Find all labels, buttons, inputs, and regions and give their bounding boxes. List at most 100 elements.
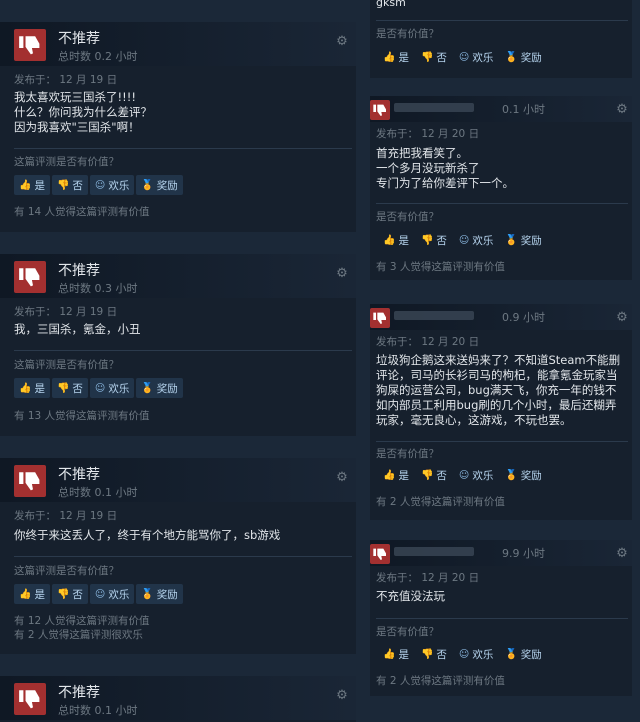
- review-card: 不推荐 总时数 0.3 小时 ⚙ 发布于： 12 月 19 日 我，三国杀，氪金…: [0, 254, 356, 436]
- award-icon: 🏅: [141, 588, 154, 600]
- vote-no-button[interactable]: 👎 否: [51, 584, 88, 604]
- review-header: 0.9 小时 ⚙: [370, 304, 632, 330]
- vote-no-button[interactable]: 👎 否: [416, 644, 452, 664]
- posted-date: 发布于： 12 月 19 日: [14, 74, 118, 86]
- review-text: 垃圾狗企鹅这来送妈来了？不知道Steam不能删评论，司马的长衫司马的枸杞，能拿氪…: [376, 353, 621, 427]
- vote-funny-button[interactable]: ☺ 欢乐: [89, 175, 135, 195]
- reviewer-name-redacted: [394, 103, 474, 112]
- divider: [14, 148, 352, 149]
- award-button[interactable]: 🏅 奖励: [136, 175, 183, 195]
- posted-date: 发布于： 12 月 19 日: [14, 306, 118, 318]
- divider: [376, 441, 628, 442]
- helpful-count: 有 13 人觉得这篇评测有价值: [14, 410, 150, 422]
- vote-buttons: 👍 是 👎 否 ☺ 欢乐 🏅 奖励: [378, 465, 547, 485]
- thumbs-up-icon: 👍: [19, 179, 32, 191]
- vote-funny-button[interactable]: ☺ 欢乐: [454, 465, 498, 485]
- vote-yes-button[interactable]: 👍 是: [378, 465, 414, 485]
- vote-funny-button[interactable]: ☺ 欢乐: [454, 644, 498, 664]
- review-header: 不推荐 总时数 0.1 小时 ⚙: [0, 676, 356, 720]
- recommendation-label: 不推荐: [58, 263, 100, 279]
- vote-funny-button[interactable]: ☺ 欢乐: [89, 584, 135, 604]
- thumbs-down-icon: [14, 261, 46, 293]
- helpful-prompt: 这篇评测是否有价值？: [14, 156, 119, 168]
- thumbs-down-icon: [14, 29, 46, 61]
- vote-yes-button[interactable]: 👍 是: [378, 644, 414, 664]
- thumbs-up-icon: 👍: [383, 51, 396, 63]
- award-button[interactable]: 🏅 奖励: [500, 47, 546, 67]
- playtime: 9.9 小时: [502, 547, 545, 560]
- vote-yes-button[interactable]: 👍 是: [14, 584, 50, 604]
- thumbs-up-icon: 👍: [19, 382, 32, 394]
- helpful-prompt: 是否有价值？: [376, 626, 439, 638]
- vote-buttons: 👍 是 👎 否 ☺ 欢乐 🏅 奖励: [378, 47, 547, 67]
- helpful-prompt: 是否有价值？: [376, 28, 439, 40]
- review-card: 不推荐 总时数 0.2 小时 ⚙ 发布于： 12 月 19 日 我太喜欢玩三国杀…: [0, 22, 356, 232]
- smiley-icon: ☺: [458, 234, 470, 246]
- award-button[interactable]: 🏅 奖励: [500, 465, 546, 485]
- thumbs-down-icon: 👎: [420, 234, 434, 246]
- vote-no-button[interactable]: 👎 否: [416, 47, 452, 67]
- playtime: 总时数 0.2 小时: [58, 50, 138, 63]
- thumbs-down-icon: [14, 683, 46, 715]
- reviewer-name-redacted: [394, 547, 474, 556]
- helpful-count: 有 14 人觉得这篇评测有价值: [14, 206, 150, 218]
- award-button[interactable]: 🏅 奖励: [500, 230, 546, 250]
- vote-yes-button[interactable]: 👍 是: [14, 378, 50, 398]
- helpful-count: 有 2 人觉得这篇评测有价值: [376, 675, 505, 687]
- smiley-icon: ☺: [94, 179, 106, 191]
- vote-funny-button[interactable]: ☺ 欢乐: [89, 378, 135, 398]
- helpful-prompt: 是否有价值？: [376, 448, 439, 460]
- vote-buttons: 👍 是 👎 否 ☺ 欢乐 🏅 奖励: [14, 175, 183, 195]
- helpful-prompt: 这篇评测是否有价值？: [14, 565, 119, 577]
- recommendation-label: 不推荐: [58, 685, 100, 701]
- vote-no-button[interactable]: 👎 否: [416, 465, 452, 485]
- review-text: 首充把我看笑了。 一个多月没玩新杀了 专门为了给你差评下一个。: [376, 146, 514, 190]
- recommendation-label: 不推荐: [58, 31, 100, 47]
- vote-no-button[interactable]: 👎 否: [416, 230, 452, 250]
- review-card: 0.1 小时 ⚙ 发布于： 12 月 20 日 首充把我看笑了。 一个多月没玩新…: [370, 96, 632, 280]
- vote-yes-button[interactable]: 👍 是: [378, 47, 414, 67]
- helpful-count: 有 3 人觉得这篇评测有价值: [376, 261, 505, 273]
- gear-icon[interactable]: ⚙: [334, 266, 350, 282]
- vote-yes-button[interactable]: 👍 是: [378, 230, 414, 250]
- review-header: 9.9 小时 ⚙: [370, 540, 632, 566]
- gear-icon[interactable]: ⚙: [334, 688, 350, 704]
- gear-icon[interactable]: ⚙: [614, 546, 630, 562]
- gear-icon[interactable]: ⚙: [334, 470, 350, 486]
- award-button[interactable]: 🏅 奖励: [500, 644, 546, 664]
- review-header: 不推荐 总时数 0.2 小时 ⚙: [0, 22, 356, 66]
- posted-date: 发布于： 12 月 20 日: [376, 336, 480, 348]
- playtime: 总时数 0.3 小时: [58, 282, 138, 295]
- helpful-prompt: 这篇评测是否有价值？: [14, 359, 119, 371]
- vote-buttons: 👍 是 👎 否 ☺ 欢乐 🏅 奖励: [378, 230, 547, 250]
- divider: [376, 20, 628, 21]
- recommendation-label: 不推荐: [58, 467, 100, 483]
- vote-no-button[interactable]: 👎 否: [51, 378, 88, 398]
- review-text: 不充值没法玩: [376, 589, 445, 603]
- thumbs-down-icon: [370, 544, 390, 564]
- vote-funny-button[interactable]: ☺ 欢乐: [454, 47, 498, 67]
- review-header: 不推荐 总时数 0.1 小时 ⚙: [0, 458, 356, 502]
- smiley-icon: ☺: [458, 51, 470, 63]
- divider: [14, 350, 352, 351]
- review-card: 不推荐 总时数 0.1 小时 ⚙ 发布于： 12 月 19 日 你终于来这丢人了…: [0, 458, 356, 654]
- award-button[interactable]: 🏅 奖励: [136, 378, 183, 398]
- vote-no-button[interactable]: 👎 否: [51, 175, 88, 195]
- review-text: 我，三国杀，氪金，小丑: [14, 322, 141, 336]
- helpful-count: 有 12 人觉得这篇评测有价值: [14, 615, 150, 627]
- vote-yes-button[interactable]: 👍 是: [14, 175, 50, 195]
- gear-icon[interactable]: ⚙: [334, 34, 350, 50]
- vote-funny-button[interactable]: ☺ 欢乐: [454, 230, 498, 250]
- vote-buttons: 👍 是 👎 否 ☺ 欢乐 🏅 奖励: [14, 584, 183, 604]
- thumbs-down-icon: [370, 100, 390, 120]
- gear-icon[interactable]: ⚙: [614, 310, 630, 326]
- thumbs-down-icon: 👎: [56, 382, 70, 394]
- smiley-icon: ☺: [94, 588, 106, 600]
- review-card: 不推荐 总时数 0.1 小时 ⚙: [0, 676, 356, 722]
- award-button[interactable]: 🏅 奖励: [136, 584, 183, 604]
- thumbs-down-icon: 👎: [420, 469, 434, 481]
- award-icon: 🏅: [505, 234, 518, 246]
- vote-buttons: 👍 是 👎 否 ☺ 欢乐 🏅 奖励: [14, 378, 183, 398]
- gear-icon[interactable]: ⚙: [614, 102, 630, 118]
- thumbs-down-icon: [14, 465, 46, 497]
